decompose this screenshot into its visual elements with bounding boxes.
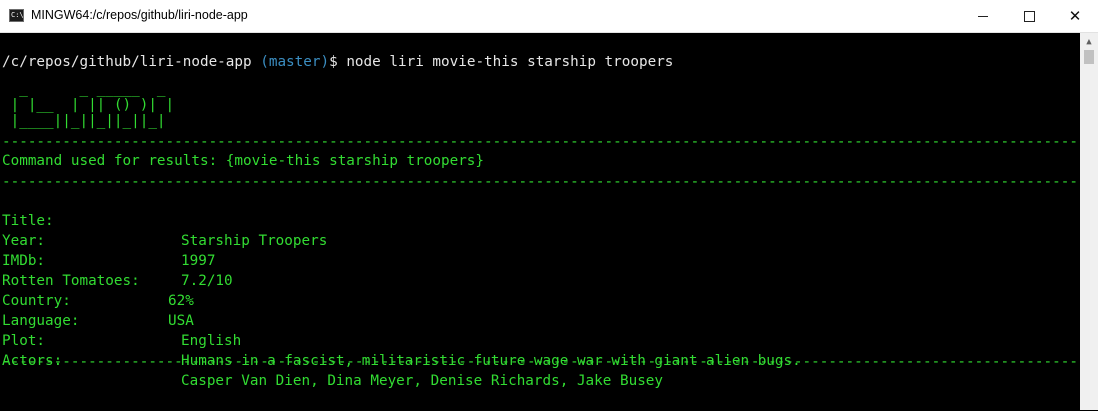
terminal-output[interactable]: /c/repos/github/liri-node-app (master)$ … <box>0 33 1098 410</box>
terminal-icon[interactable]: C:\ <box>9 9 24 22</box>
field-value: USA <box>168 313 194 329</box>
prompt-branch: (master) <box>260 54 330 70</box>
maximize-icon <box>1023 10 1035 22</box>
movie-row-imdb: IMDb: 7.2/10 <box>2 231 233 289</box>
divider-line: ----------------------------------------… <box>2 134 1098 150</box>
scroll-up-icon[interactable]: ▲ <box>1080 33 1098 51</box>
movie-row-language: Language: English <box>2 291 241 349</box>
movie-row-actors: Actors: Casper Van Dien, Dina Meyer, Den… <box>2 331 663 389</box>
movie-row-title: Title: Starship Troopers <box>2 191 327 249</box>
field-value: 62% <box>168 293 194 309</box>
prompt-path: /c/repos/github/liri-node-app <box>2 54 252 70</box>
movie-row-plot: Plot: Humans in a fascist, militaristic … <box>2 311 801 369</box>
movie-row-country: Country: USA <box>2 271 194 329</box>
divider-line: ----------------------------------------… <box>2 174 1098 190</box>
prompt-line: /c/repos/github/liri-node-app (master)$ … <box>2 52 673 72</box>
movie-row-year: Year: 1997 <box>2 211 215 269</box>
maximize-button[interactable] <box>1006 0 1052 32</box>
minimize-button[interactable] <box>960 0 1006 32</box>
window-title: MINGW64:/c/repos/github/liri-node-app <box>31 8 248 22</box>
close-icon: ✕ <box>1068 7 1082 25</box>
prompt-symbol: $ <box>329 54 338 70</box>
prompt-command: node liri movie-this starship troopers <box>346 54 674 70</box>
close-button[interactable]: ✕ <box>1052 0 1098 32</box>
field-value: English <box>181 333 242 349</box>
command-used-line: Command used for results: {movie-this st… <box>2 153 485 169</box>
ascii-logo-line-3: |____||_||_||_||_| <box>2 113 166 129</box>
field-value: 7.2/10 <box>181 273 233 289</box>
field-value: Casper Van Dien, Dina Meyer, Denise Rich… <box>181 373 664 389</box>
vertical-scrollbar[interactable]: ▲ <box>1080 33 1098 410</box>
movie-row-rotten-tomatoes: Rotten Tomatoes: 62% <box>2 251 194 309</box>
field-value: 1997 <box>181 253 216 269</box>
minimize-icon <box>978 15 988 17</box>
field-value: Starship Troopers <box>181 233 328 249</box>
window-titlebar: C:\ MINGW64:/c/repos/github/liri-node-ap… <box>0 0 1098 33</box>
scroll-thumb[interactable] <box>1084 50 1094 64</box>
divider-line: ----------------------------------------… <box>2 354 1098 370</box>
